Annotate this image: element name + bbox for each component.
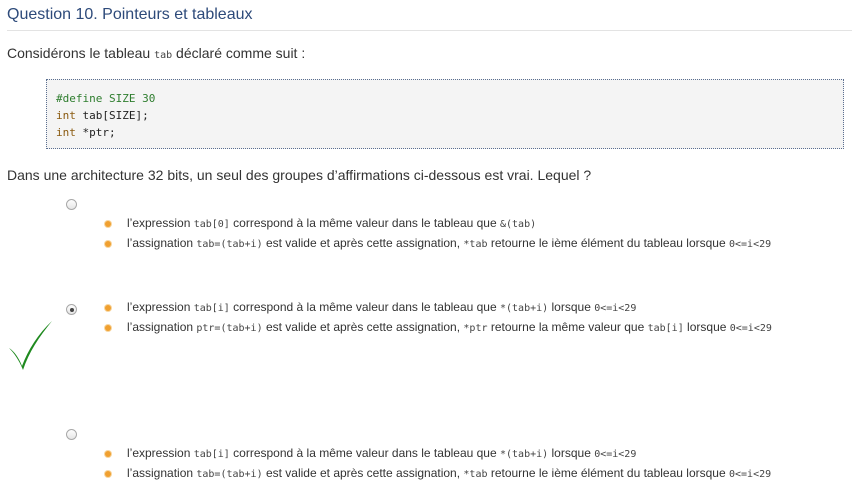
statement-code: *tab [463,469,488,480]
statement-code: tab[0] [193,219,230,230]
statement-code: *(tab+i) [500,303,549,314]
statement-text: l’assignation [127,466,197,480]
intro-text-end: déclaré comme suit : [172,45,306,61]
statement-code: *tab [463,239,488,250]
statement-code: tab=(tab+i) [196,469,263,480]
statement-text: est valide et après cette assignation, [262,236,464,250]
option-2-radio[interactable] [66,304,77,315]
question-title: Question 10. Pointeurs et tableaux [7,6,852,31]
statement-code: 0<=i<29 [728,469,772,480]
statement-text: retourne le ième élément du tableau lors… [487,466,729,480]
statement-text: lorsque [548,300,595,314]
code-text: tab[SIZE]; [75,109,149,122]
statement-text: lorsque [548,446,595,460]
code-text: *ptr; [75,126,116,139]
statement-code: 0<=i<29 [729,323,772,334]
statement-text: correspond à la même valeur dans le tabl… [229,300,500,314]
intro-code: tab [154,50,173,61]
list-item: l’assignation tab=(tab+i) est valide et … [102,464,771,484]
question-intro: Considérons le tableau tab déclaré comme… [7,45,305,61]
option-1-statements: l’expression tab[0] correspond à la même… [102,214,771,254]
code-line-ptr: int *ptr; [56,124,834,141]
statement-code: tab[i] [193,449,230,460]
orange-bullet-icon [105,305,111,311]
statement-text: l’assignation [127,320,197,334]
statement-code: tab[i] [193,303,230,314]
statement-code: tab=(tab+i) [196,239,263,250]
list-item: l’expression tab[0] correspond à la même… [102,214,771,234]
statement-code: *ptr [463,323,488,334]
code-keyword: #define [56,92,103,105]
code-keyword: int [56,109,76,122]
list-item: l’assignation ptr=(tab+i) est valide et … [102,318,772,338]
statement-code: 0<=i<29 [594,449,637,460]
list-item: l’assignation tab=(tab+i) est valide et … [102,234,771,254]
statement-code: 0<=i<29 [728,239,772,250]
list-item: l’expression tab[i] correspond à la même… [102,298,772,318]
option-3-statements: l’expression tab[i] correspond à la même… [102,444,771,484]
statement-text: correspond à la même valeur dans le tabl… [229,446,500,460]
intro-text: Considérons le tableau [7,45,155,61]
code-line-tab: int tab[SIZE]; [56,107,834,124]
orange-bullet-icon [105,451,111,457]
check-icon [9,321,52,370]
option-3-radio[interactable] [66,429,77,440]
code-keyword: int [56,126,76,139]
orange-bullet-icon [105,325,111,331]
option-1-radio[interactable] [66,199,77,210]
question-prompt: Dans une architecture 32 bits, un seul d… [7,167,592,183]
statement-code: 0<=i<29 [594,303,637,314]
statement-text: est valide et après cette assignation, [262,320,464,334]
statement-text: correspond à la même valeur dans le tabl… [229,216,500,230]
code-line-define: #define SIZE 30 [56,90,834,107]
statement-text: retourne le ième élément du tableau lors… [487,236,729,250]
list-item: l’expression tab[i] correspond à la même… [102,444,771,464]
code-block: #define SIZE 30 int tab[SIZE]; int *ptr; [46,79,844,149]
statement-code: tab[i] [647,323,684,334]
orange-bullet-icon [105,221,111,227]
statement-text: est valide et après cette assignation, [262,466,464,480]
statement-code: *(tab+i) [500,449,549,460]
statement-text: l’expression [127,216,194,230]
statement-text: retourne la même valeur que [487,320,648,334]
orange-bullet-icon [105,471,111,477]
statement-code: ptr=(tab+i) [196,323,263,334]
option-2-statements: l’expression tab[i] correspond à la même… [102,298,772,338]
statement-text: l’expression [127,446,194,460]
statement-text: lorsque [683,320,730,334]
statement-text: l’expression [127,300,194,314]
orange-bullet-icon [105,241,111,247]
statement-text: l’assignation [127,236,197,250]
code-text: SIZE 30 [102,92,156,105]
statement-code: &(tab) [500,219,537,230]
